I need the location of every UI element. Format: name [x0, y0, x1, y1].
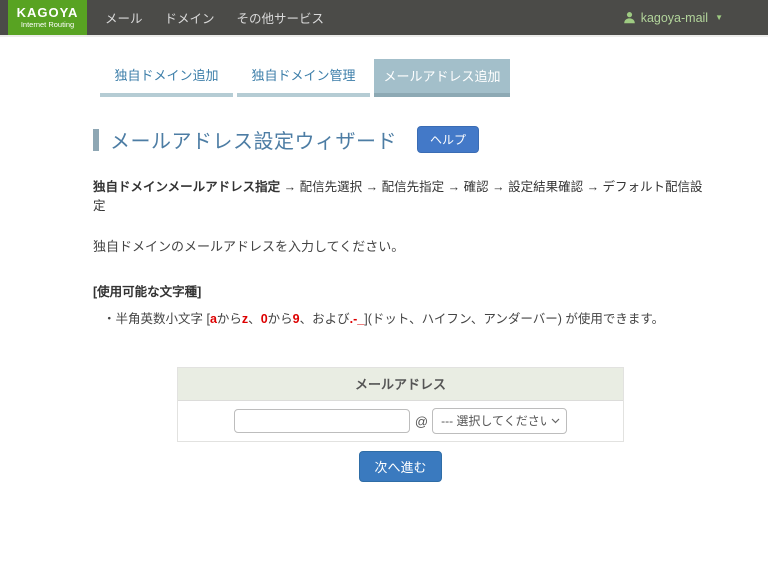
at-symbol: @	[415, 414, 428, 429]
submit-area: 次へ進む	[93, 451, 708, 482]
help-button[interactable]: ヘルプ	[417, 126, 479, 153]
charset-comma1: 、	[248, 312, 261, 326]
main-content: メールアドレス設定ウィザード ヘルプ 独自ドメインメールアドレス指定 → 配信先…	[0, 125, 768, 482]
title-marker	[93, 129, 99, 151]
kagoya-logo[interactable]: KAGOYA Internet Routing	[8, 0, 87, 35]
step-arrow: →	[587, 180, 600, 194]
mail-address-table: メールアドレス @ --- 選択してください ---	[177, 367, 624, 442]
charset-heading: [使用可能な文字種]	[93, 281, 708, 300]
charset-a: a	[210, 312, 217, 326]
next-button[interactable]: 次へ進む	[359, 451, 441, 482]
page-title: メールアドレス設定ウィザード	[110, 125, 397, 154]
charset-comma-and: 、および	[300, 312, 350, 326]
charset-note: ・半角英数小文字 [aからz、0から9、および.-_](ドット、ハイフン、アンダ…	[103, 308, 708, 327]
domain-select-wrap: --- 選択してください ---	[432, 408, 567, 434]
charset-9: 9	[293, 312, 300, 326]
nav-item-mail[interactable]: メール	[105, 8, 143, 27]
topbar: KAGOYA Internet Routing メール ドメイン その他サービス…	[0, 0, 768, 37]
brand-name: KAGOYA	[17, 6, 79, 20]
step-arrow: →	[366, 180, 379, 194]
step-5: 設定結果確認	[508, 180, 583, 194]
step-arrow: →	[492, 180, 505, 194]
wizard-steps: 独自ドメインメールアドレス指定 → 配信先選択 → 配信先指定 → 確認 → 設…	[93, 176, 708, 214]
user-menu[interactable]: kagoya-mail ▼	[623, 0, 723, 35]
step-4: 確認	[464, 180, 489, 194]
table-row: @ --- 選択してください ---	[178, 401, 623, 441]
domain-select[interactable]: --- 選択してください ---	[432, 408, 567, 434]
charset-0: 0	[261, 312, 268, 326]
tab-bar: 独自ドメイン追加 独自ドメイン管理 メールアドレス追加	[100, 57, 768, 97]
title-row: メールアドレス設定ウィザード ヘルプ	[93, 125, 708, 154]
charset-kara1: から	[217, 312, 242, 326]
tab-add-domain[interactable]: 独自ドメイン追加	[100, 57, 233, 97]
user-name: kagoya-mail	[641, 11, 708, 25]
step-current: 独自ドメインメールアドレス指定	[93, 180, 280, 194]
charset-suffix: ](ドット、ハイフン、アンダーバー) が使用できます。	[364, 312, 664, 326]
nav-item-domain[interactable]: ドメイン	[165, 8, 215, 27]
tab-add-mail-address[interactable]: メールアドレス追加	[374, 59, 510, 97]
top-nav: メール ドメイン その他サービス	[105, 0, 324, 35]
nav-item-other-services[interactable]: その他サービス	[237, 8, 325, 27]
step-arrow: →	[284, 180, 297, 194]
user-icon	[623, 11, 636, 24]
local-part-input[interactable]	[234, 409, 410, 433]
charset-symbols: .-_	[350, 312, 365, 326]
step-2: 配信先選択	[300, 180, 363, 194]
step-arrow: →	[448, 180, 461, 194]
charset-prefix: ・半角英数小文字 [	[103, 312, 210, 326]
step-3: 配信先指定	[382, 180, 445, 194]
caret-down-icon: ▼	[715, 13, 723, 22]
charset-kara2: から	[268, 312, 293, 326]
brand-subtitle: Internet Routing	[21, 20, 74, 29]
table-header-mail-address: メールアドレス	[178, 368, 623, 401]
tab-manage-domain[interactable]: 独自ドメイン管理	[237, 57, 370, 97]
instruction-text: 独自ドメインのメールアドレスを入力してください。	[93, 236, 708, 255]
